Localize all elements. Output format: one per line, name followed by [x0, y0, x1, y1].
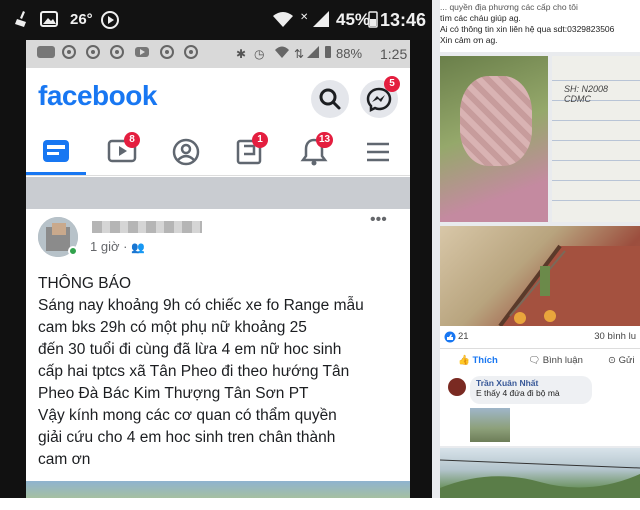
- author-name-redacted[interactable]: [92, 221, 202, 233]
- outer-status-bar: 26° ✕ 45% 13:46: [0, 0, 432, 40]
- clock-time: 13:46: [380, 10, 427, 30]
- pages-badge: 1: [252, 132, 268, 148]
- tab-pages[interactable]: 1: [228, 132, 272, 172]
- photo-notebook[interactable]: SH: N2008 CDMC: [552, 56, 640, 222]
- feed-separator: [26, 177, 410, 209]
- messenger-badge: 5: [384, 76, 400, 92]
- signal-icon: [312, 10, 330, 30]
- tab-notifications[interactable]: 13: [292, 132, 336, 172]
- messenger-button[interactable]: 5: [360, 76, 400, 118]
- phone-screenshot: 26° ✕ 45% 13:46 ✱ ◷ ⇅ 88% 1:25 facebook …: [0, 0, 432, 510]
- signal-icon: [306, 45, 320, 64]
- comment-text: E thấy 4 đứa đi bộ mà: [476, 388, 560, 398]
- notice-line: Xin cảm ơn ag.: [440, 35, 498, 45]
- alarm-icon: ◷: [254, 47, 265, 61]
- facebook-header: facebook 5: [26, 68, 410, 128]
- photo-courtyard[interactable]: [440, 226, 640, 326]
- bluetooth-icon: ✱: [236, 47, 247, 61]
- post-time-text: 1 giờ ·: [90, 239, 128, 254]
- tab-profile[interactable]: [164, 132, 208, 172]
- notice-text-block: ... quyền địa phương các cấp cho tôi tìm…: [440, 0, 640, 52]
- search-button[interactable]: [311, 80, 349, 118]
- facebook-tab-bar: 8 1 13: [26, 128, 410, 176]
- online-status-dot: [68, 246, 78, 256]
- watch-badge: 8: [124, 132, 140, 148]
- thumbs-up-icon: 👍: [458, 355, 470, 366]
- post-body: THÔNG BÁO Sáng nay khoảng 9h có chiếc xe…: [38, 273, 404, 471]
- comment-item: Trần Xuân Nhất E thấy 4 đứa đi bộ mà: [440, 372, 640, 446]
- broom-icon: [14, 10, 30, 30]
- send-label: Gửi: [618, 355, 635, 366]
- temperature-text: 26°: [70, 11, 93, 28]
- youtube-icon: [100, 10, 120, 30]
- post-timestamp: 1 giờ · 👥: [90, 239, 145, 254]
- friends-audience-icon: 👥: [131, 242, 145, 254]
- facebook-logo[interactable]: facebook: [38, 80, 157, 112]
- chrome-icon: [86, 45, 100, 64]
- inner-clock-time: 1:25: [380, 46, 408, 62]
- post-line: THÔNG BÁO: [38, 275, 132, 292]
- inner-status-bar: ✱ ◷ ⇅ 88% 1:25: [26, 40, 410, 68]
- chrome-icon: [160, 45, 174, 64]
- post-line: Pheo Đà Bác Kim Thượng Tân Sơn PT: [38, 385, 309, 402]
- post-line: Sáng nay khoảng 9h có chiếc xe fo Range …: [38, 297, 364, 314]
- messenger-icon: ⊙: [608, 355, 616, 366]
- hamburger-icon: [367, 142, 389, 162]
- commenter-avatar[interactable]: [448, 378, 466, 396]
- post-more-options-icon[interactable]: •••: [370, 211, 387, 229]
- tab-watch[interactable]: 8: [100, 132, 144, 172]
- wifi-icon: [272, 10, 294, 30]
- post-line: cam ơn: [38, 451, 91, 468]
- notebook-handwriting: SH: N2008 CDMC: [564, 84, 609, 104]
- like-button[interactable]: 👍 Thích: [458, 355, 498, 366]
- notifications-badge: 13: [316, 132, 334, 148]
- battery-icon: [324, 45, 332, 64]
- post-line: cam bks 29h có một phụ nữ khoảng 25: [38, 319, 307, 336]
- tab-home[interactable]: [34, 132, 78, 172]
- notice-line: Ai có thông tin xin liên hệ qua sdt:0329…: [440, 24, 615, 34]
- post-line: đến 30 tuổi đi cùng đã lừa 4 em nữ hoc s…: [38, 341, 342, 358]
- comment-button[interactable]: 🗨 Bình luận: [528, 355, 583, 366]
- x-mark-icon: ✕: [300, 12, 309, 23]
- chrome-icon: [62, 45, 76, 64]
- youtube-icon: [134, 45, 150, 63]
- inner-phone-screen: ✱ ◷ ⇅ 88% 1:25 facebook 5 8 1 13 1 giờ ·…: [26, 40, 410, 510]
- chrome-icon: [110, 45, 124, 64]
- profile-icon: [172, 138, 200, 166]
- notice-line: ... quyền địa phương các cấp cho tôi: [440, 2, 578, 12]
- post-line: giải cứu cho 4 em hoc sinh tren chân thà…: [38, 429, 336, 446]
- post-line: Vậy kính mong các cơ quan có thẩm quyền: [38, 407, 337, 424]
- battery-icon: [368, 10, 378, 30]
- news-feed-icon: [43, 140, 69, 162]
- commenter-name[interactable]: Trần Xuân Nhất: [476, 378, 586, 388]
- notice-line: tìm các cháu giúp ag.: [440, 13, 521, 23]
- comment-icon: 🗨: [528, 355, 541, 366]
- reactions-count: 21: [458, 331, 469, 342]
- comments-count: 30 bình lu: [594, 331, 636, 342]
- battery-percent: 45%: [336, 10, 371, 29]
- search-icon: [319, 88, 341, 110]
- data-arrows-icon: ⇅: [294, 47, 305, 61]
- bottom-margin: [0, 498, 640, 510]
- inner-battery-percent: 88%: [336, 46, 363, 61]
- send-button[interactable]: ⊙ Gửi: [608, 355, 634, 366]
- tab-menu[interactable]: [356, 132, 400, 172]
- like-reaction-icon: [444, 331, 456, 346]
- reaction-summary[interactable]: 21 30 bình lu: [440, 326, 640, 348]
- wifi-icon: [274, 45, 290, 64]
- post-line: cấp hai tptcs xã Tân Pheo đi theo hướng …: [38, 363, 350, 380]
- photo-girl-blurred[interactable]: [440, 56, 548, 222]
- comment-label: Bình luận: [542, 355, 583, 366]
- chrome-icon: [184, 45, 198, 64]
- active-tab-indicator: [26, 172, 86, 175]
- blurred-face: [460, 76, 532, 166]
- chat-icon: [36, 45, 56, 64]
- post-actions: 👍 Thích 🗨 Bình luận ⊙ Gửi: [440, 348, 640, 372]
- image-icon: [40, 10, 58, 30]
- feed-post: 1 giờ · 👥 ••• THÔNG BÁO Sáng nay khoảng …: [26, 209, 410, 510]
- like-label: Thích: [472, 355, 498, 366]
- comment-image[interactable]: [470, 408, 510, 442]
- comment-bubble: Trần Xuân Nhất E thấy 4 đứa đi bộ mà: [470, 376, 592, 404]
- collage-panel: ... quyền địa phương các cấp cho tôi tìm…: [432, 0, 640, 510]
